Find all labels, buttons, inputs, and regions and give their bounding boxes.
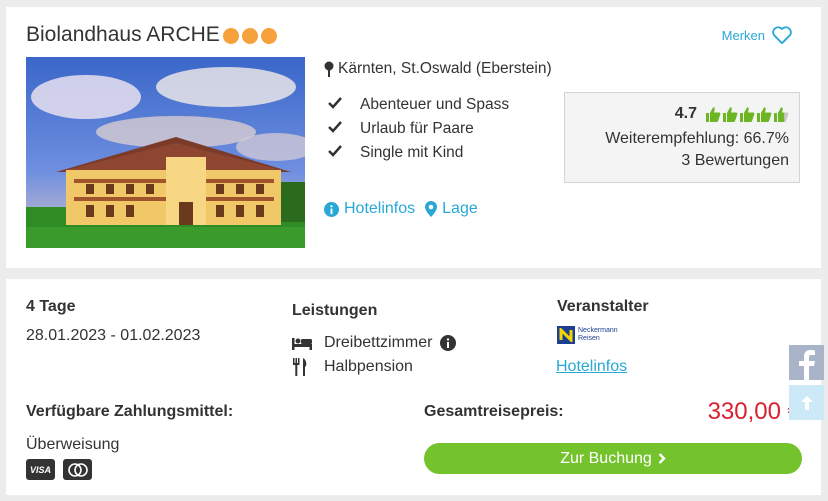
check-icon bbox=[328, 120, 342, 138]
veranstalter-heading: Veranstalter bbox=[557, 298, 649, 315]
feature-label: Urlaub für Paare bbox=[360, 120, 474, 137]
facebook-icon bbox=[798, 350, 815, 380]
merken-label: Merken bbox=[721, 27, 765, 43]
check-icon bbox=[328, 144, 342, 162]
lage-link[interactable]: Lage bbox=[425, 200, 478, 218]
facebook-share-button[interactable] bbox=[789, 345, 824, 380]
mastercard-icon bbox=[63, 459, 92, 480]
lage-label: Lage bbox=[442, 200, 478, 217]
payment-method: Überweisung bbox=[26, 436, 120, 453]
location-text: Kärnten, St.Oswald (Eberstein) bbox=[338, 60, 552, 77]
booking-label: Zur Buchung bbox=[560, 449, 652, 467]
thumb-up-icon bbox=[774, 106, 789, 122]
map-pin-icon bbox=[425, 201, 438, 217]
board-label: Halbpension bbox=[324, 358, 413, 375]
hotel-photo[interactable] bbox=[26, 57, 305, 248]
thumb-up-icon bbox=[757, 106, 772, 122]
review-count: 3 Bewertungen bbox=[681, 152, 789, 169]
rating-score: 4.7 bbox=[674, 105, 697, 122]
payment-cards: VISA bbox=[26, 459, 92, 480]
logo-line-1: Neckermann bbox=[578, 327, 618, 334]
logo-line-2: Reisen bbox=[578, 335, 600, 342]
thumb-up-icon bbox=[723, 106, 738, 122]
visa-icon: VISA bbox=[26, 459, 55, 480]
star-icon bbox=[242, 28, 258, 44]
rating-thumbs bbox=[705, 106, 789, 123]
neckermann-logo: Neckermann Reisen bbox=[557, 326, 618, 344]
info-icon bbox=[324, 201, 339, 217]
feature-label: Single mit Kind bbox=[360, 144, 464, 161]
room-label: Dreibettzimmer bbox=[324, 334, 433, 351]
feature-list: Abenteuer und Spass Urlaub für Paare Sin… bbox=[328, 93, 509, 165]
feature-item: Single mit Kind bbox=[328, 141, 509, 165]
board-type: Halbpension bbox=[292, 358, 413, 376]
hotel-location: Kärnten, St.Oswald (Eberstein) bbox=[324, 60, 552, 78]
star-icon bbox=[261, 28, 277, 44]
thumb-up-icon bbox=[706, 106, 721, 122]
veranstalter-hotelinfos-link[interactable]: Hotelinfos bbox=[556, 358, 627, 376]
bed-icon bbox=[292, 336, 314, 350]
hotel-links: Hotelinfos Lage bbox=[324, 200, 478, 218]
hotel-name[interactable]: Biolandhaus ARCHE bbox=[26, 23, 220, 47]
offer-card: 4 Tage 28.01.2023 - 01.02.2023 Leistunge… bbox=[6, 279, 821, 495]
room-info-icon[interactable] bbox=[440, 335, 457, 351]
rating-box[interactable]: 4.7 Weiterempfehlung: 66.7% 3 Bewertunge… bbox=[564, 92, 800, 183]
check-icon bbox=[328, 96, 342, 114]
travel-dates: 28.01.2023 - 01.02.2023 bbox=[26, 327, 201, 344]
duration: 4 Tage bbox=[26, 298, 76, 315]
arrow-up-icon bbox=[800, 395, 813, 410]
feature-item: Abenteuer und Spass bbox=[328, 93, 509, 117]
hotelinfos-link[interactable]: Hotelinfos bbox=[324, 200, 415, 218]
cutlery-icon bbox=[292, 358, 314, 376]
leistungen-heading: Leistungen bbox=[292, 302, 378, 319]
chevron-right-icon bbox=[658, 453, 666, 464]
feature-item: Urlaub für Paare bbox=[328, 117, 509, 141]
heart-icon bbox=[772, 26, 792, 45]
total-label: Gesamtreisepreis: bbox=[424, 403, 564, 420]
payment-heading: Verfügbare Zahlungsmittel: bbox=[26, 403, 234, 420]
pin-icon bbox=[324, 61, 334, 77]
booking-button[interactable]: Zur Buchung bbox=[424, 443, 802, 474]
thumb-up-icon bbox=[740, 106, 755, 122]
hotelinfos-label: Hotelinfos bbox=[344, 200, 416, 217]
feature-label: Abenteuer und Spass bbox=[360, 96, 510, 113]
scroll-top-button[interactable] bbox=[789, 385, 824, 420]
recommendation-text: Weiterempfehlung: 66.7% bbox=[605, 130, 789, 147]
hotel-photo-image bbox=[26, 57, 305, 248]
hotel-card: Biolandhaus ARCHE Merken Kärnten, St.Osw… bbox=[6, 7, 821, 268]
total-price: 330,00 € bbox=[707, 398, 801, 425]
merken-button[interactable]: Merken bbox=[722, 25, 793, 45]
hotel-stars bbox=[223, 28, 277, 44]
room-type: Dreibettzimmer bbox=[292, 334, 457, 352]
star-icon bbox=[223, 28, 239, 44]
